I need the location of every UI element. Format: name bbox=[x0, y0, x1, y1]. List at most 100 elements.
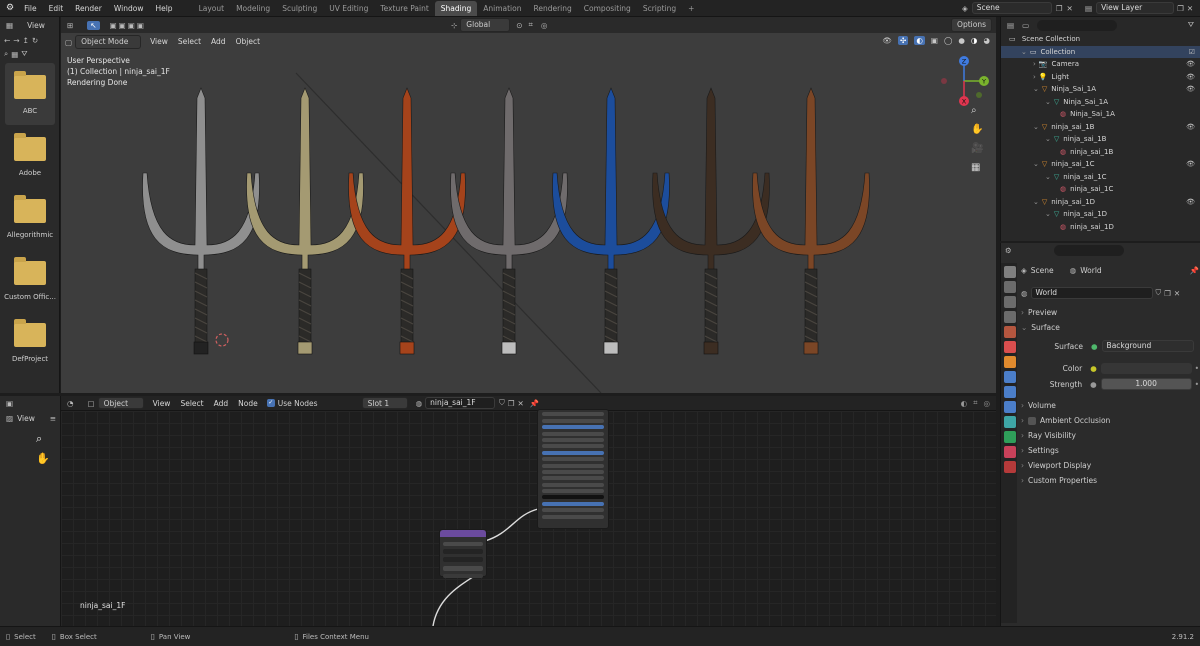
list-menu-icon[interactable]: ≡ bbox=[50, 414, 56, 423]
navigation-gizmo[interactable]: Z Y X bbox=[931, 53, 991, 113]
ray-visibility-section[interactable]: › Ray Visibility bbox=[1021, 428, 1199, 443]
node-menu-select[interactable]: Select bbox=[175, 396, 208, 411]
fake-user-icon[interactable]: ⛉ bbox=[499, 398, 505, 408]
output-tab-icon[interactable] bbox=[1004, 296, 1016, 308]
remove-scene-icon[interactable]: ✕ bbox=[1067, 4, 1073, 13]
outliner-row[interactable]: › 📷 Camera 👁 bbox=[1001, 58, 1200, 71]
world-tab-icon[interactable] bbox=[1004, 341, 1016, 353]
ninja-sai-model[interactable] bbox=[142, 87, 260, 355]
bsdf-input-row[interactable] bbox=[542, 501, 604, 506]
constraints-tab-icon[interactable] bbox=[1004, 416, 1016, 428]
tab-layout[interactable]: Layout bbox=[193, 1, 231, 16]
editor-type-icon[interactable]: ▦ bbox=[6, 21, 13, 30]
folder-item[interactable]: Adobe bbox=[0, 125, 60, 187]
ninja-sai-model[interactable] bbox=[348, 87, 466, 355]
pan-hand-icon[interactable]: ✋ bbox=[36, 452, 60, 465]
world-browse-icon[interactable]: ◍ bbox=[1021, 289, 1028, 298]
use-nodes-checkbox[interactable]: ✓ bbox=[266, 399, 275, 407]
volume-section[interactable]: › Volume bbox=[1021, 398, 1199, 413]
properties-search-input[interactable] bbox=[1053, 244, 1124, 256]
viewport-menu-select[interactable]: Select bbox=[173, 34, 206, 50]
node-menu-node[interactable]: Node bbox=[233, 396, 263, 411]
xray-icon[interactable]: ▣ bbox=[931, 36, 938, 45]
ambient-occlusion-section[interactable]: › Ambient Occlusion bbox=[1021, 413, 1199, 428]
bsdf-input-row[interactable] bbox=[542, 476, 604, 481]
surface-shader-field[interactable]: Background bbox=[1101, 340, 1194, 352]
bsdf-input-row[interactable] bbox=[542, 463, 604, 468]
particles-tab-icon[interactable] bbox=[1004, 386, 1016, 398]
ninja-sai-model[interactable] bbox=[450, 87, 568, 355]
shader-type-dropdown[interactable]: Object bbox=[97, 397, 144, 409]
ninja-sai-model[interactable] bbox=[652, 87, 770, 355]
tab-uv-editing[interactable]: UV Editing bbox=[323, 1, 374, 16]
display-mode-icon[interactable]: ▦ bbox=[11, 50, 18, 59]
outliner-row[interactable]: ◍ Ninja_Sai_1A bbox=[1001, 108, 1200, 121]
outliner-row[interactable]: ⌄ ▽ ninja_sai_1D bbox=[1001, 208, 1200, 221]
visibility-eye-icon[interactable]: 👁 bbox=[1186, 71, 1195, 84]
ortho-grid-icon[interactable]: ▦ bbox=[971, 162, 983, 173]
refresh-icon[interactable]: ↻ bbox=[32, 36, 38, 45]
material-shading-icon[interactable]: ◑ bbox=[971, 36, 978, 45]
visibility-eye-icon[interactable]: 👁 bbox=[1186, 121, 1195, 134]
color-swatch[interactable] bbox=[1100, 362, 1192, 374]
menu-help[interactable]: Help bbox=[149, 0, 178, 17]
menu-edit[interactable]: Edit bbox=[43, 0, 70, 17]
outliner-row[interactable]: ⌄ ▽ Ninja_Sai_1A bbox=[1001, 96, 1200, 109]
menu-render[interactable]: Render bbox=[69, 0, 108, 17]
search-icon[interactable]: ⌕ bbox=[4, 49, 8, 59]
expand-chevron-icon[interactable]: ⌄ bbox=[1033, 123, 1039, 131]
outliner-search-input[interactable] bbox=[1037, 19, 1118, 31]
duplicate-material-icon[interactable]: ❐ bbox=[508, 399, 515, 408]
bsdf-input-row[interactable] bbox=[542, 514, 604, 519]
outliner-row[interactable]: ⌄ ▽ Ninja_Sai_1A 👁 bbox=[1001, 83, 1200, 96]
tab-shading[interactable]: Shading bbox=[434, 1, 478, 16]
bsdf-input-row[interactable] bbox=[542, 425, 604, 430]
bsdf-input-row[interactable] bbox=[542, 431, 604, 436]
custom-properties-section[interactable]: › Custom Properties bbox=[1021, 473, 1199, 488]
outliner-row[interactable]: ◍ ninja_sai_1C bbox=[1001, 183, 1200, 196]
outliner-row[interactable]: ⌄ ▽ ninja_sai_1D 👁 bbox=[1001, 196, 1200, 209]
unlink-world-icon[interactable]: ✕ bbox=[1174, 289, 1180, 298]
pin-icon[interactable]: 📌 bbox=[1190, 266, 1199, 275]
gizmo-toggle-icon[interactable]: ✣ bbox=[898, 36, 909, 45]
zoom-icon[interactable]: ⌕ bbox=[36, 432, 60, 446]
viewport-menu-view[interactable]: View bbox=[145, 34, 173, 50]
view-layer-tab-icon[interactable] bbox=[1004, 311, 1016, 323]
color-animate-icon[interactable]: • bbox=[1195, 364, 1199, 373]
bsdf-input-row[interactable] bbox=[542, 457, 604, 462]
outliner-row[interactable]: ⌄ ▽ ninja_sai_1C bbox=[1001, 171, 1200, 184]
normal-map-node-header[interactable] bbox=[440, 530, 486, 537]
viewport-menu-object[interactable]: Object bbox=[231, 34, 265, 50]
pivot-icon[interactable]: ⊙ bbox=[516, 21, 522, 30]
filter-icon[interactable]: ⛛ bbox=[1188, 20, 1194, 30]
expand-chevron-icon[interactable]: ⌄ bbox=[1045, 98, 1051, 106]
overlay-toggle-icon[interactable]: ◐ bbox=[914, 36, 925, 45]
expand-chevron-icon[interactable]: ⌄ bbox=[1033, 85, 1039, 93]
data-tab-icon[interactable] bbox=[1004, 431, 1016, 443]
node-editor-canvas[interactable]: ninja_sai_1F bbox=[61, 409, 996, 626]
outliner-row[interactable]: ⌄ ▽ ninja_sai_1B 👁 bbox=[1001, 121, 1200, 134]
material-browse-icon[interactable]: ◍ bbox=[416, 399, 423, 408]
backdrop-icon[interactable]: ◐ bbox=[961, 399, 968, 408]
tab-rendering[interactable]: Rendering bbox=[527, 1, 577, 16]
render-tab-icon[interactable] bbox=[1004, 281, 1016, 293]
node-menu-view[interactable]: View bbox=[148, 396, 176, 411]
image-editor-icon[interactable]: ▣ bbox=[6, 399, 13, 408]
menu-window[interactable]: Window bbox=[108, 0, 150, 17]
preview-section[interactable]: › Preview bbox=[1021, 305, 1199, 320]
outliner-row[interactable]: ◍ ninja_sai_1B bbox=[1001, 146, 1200, 159]
solid-shading-icon[interactable]: ● bbox=[958, 36, 965, 45]
blender-logo-icon[interactable]: ⚙ bbox=[6, 3, 14, 13]
properties-editor-icon[interactable]: ⚙ bbox=[1005, 246, 1012, 255]
world-name-field[interactable]: World bbox=[1030, 287, 1153, 299]
file-browser-view-menu[interactable]: View bbox=[27, 21, 45, 30]
material-name-field[interactable]: ninja_sai_1F bbox=[425, 397, 496, 409]
bsdf-input-row[interactable] bbox=[542, 437, 604, 442]
tab-sculpting[interactable]: Sculpting bbox=[276, 1, 323, 16]
zoom-icon[interactable]: ⌕ bbox=[971, 105, 983, 116]
viewport-editor-type-icon[interactable]: ⊞ bbox=[67, 21, 73, 30]
modifier-tab-icon[interactable] bbox=[1004, 371, 1016, 383]
exclude-checkbox-icon[interactable]: ☑ bbox=[1189, 46, 1195, 59]
node-space-dropdown[interactable] bbox=[443, 549, 483, 554]
folder-item[interactable]: Custom Offic... bbox=[0, 249, 60, 311]
